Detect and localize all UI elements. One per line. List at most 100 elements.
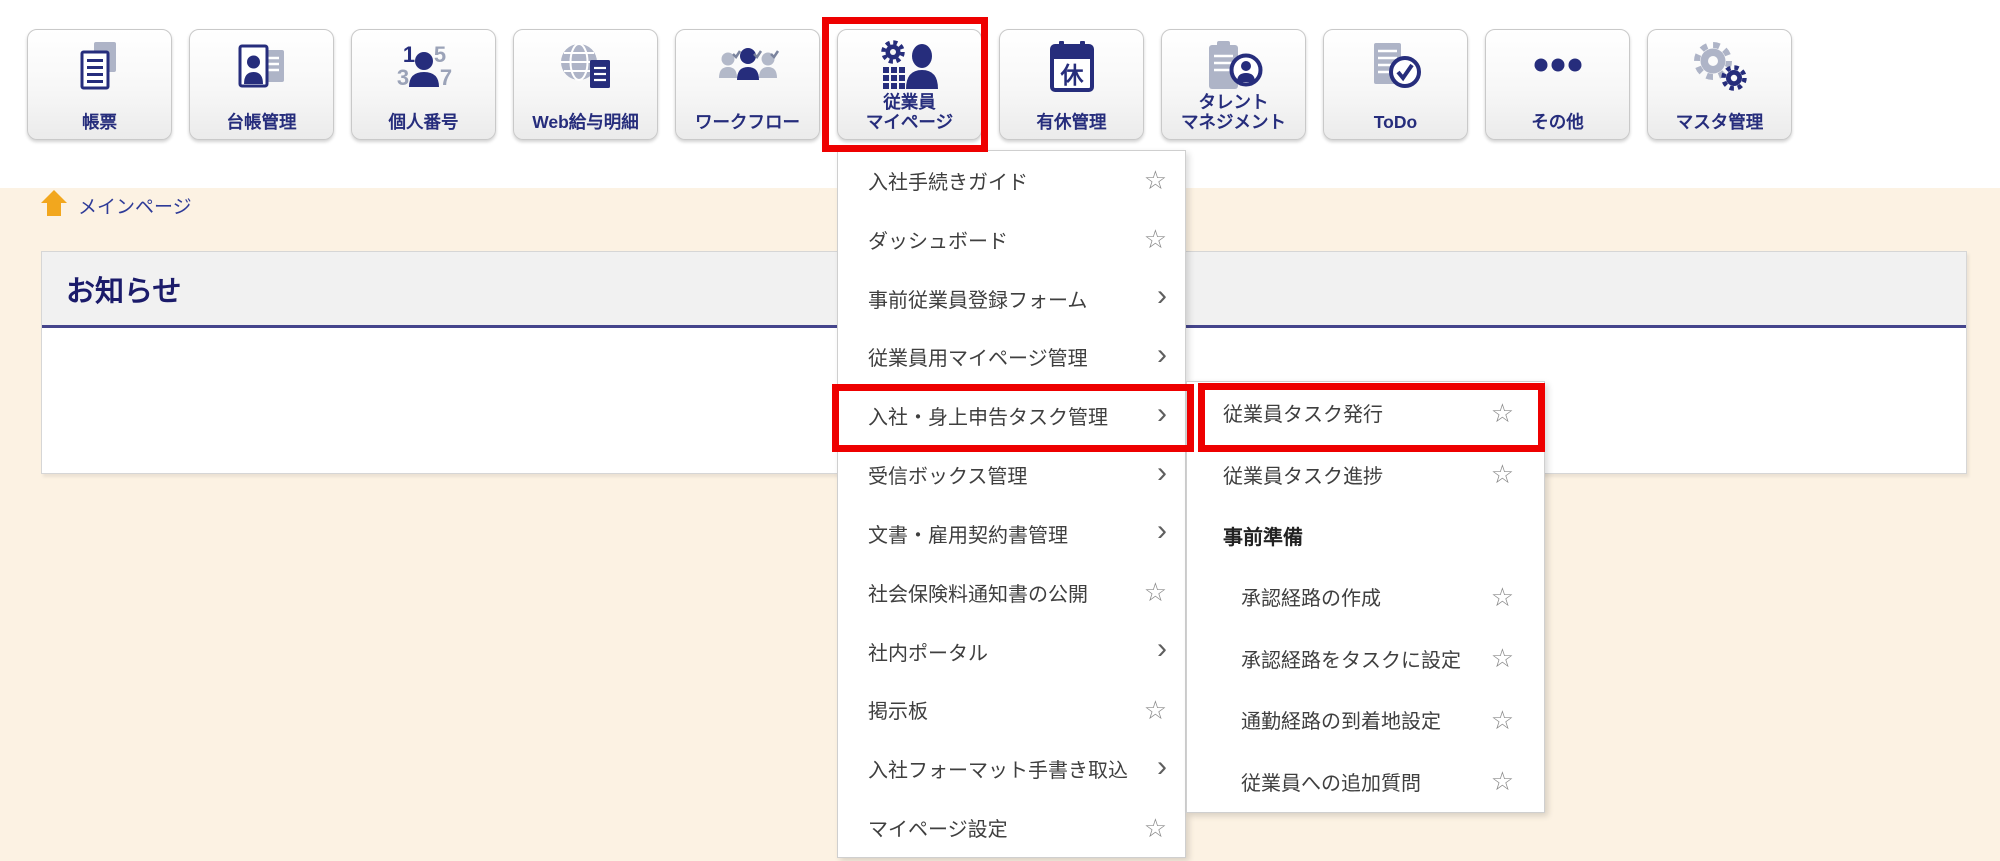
toolbar-button-workflow[interactable]: ワークフロー (675, 29, 820, 140)
menu-item-mypage-settings[interactable]: マイページ設定 ☆ (838, 798, 1185, 857)
favorite-star-icon[interactable]: ☆ (1491, 707, 1514, 733)
toolbar-button-label: その他 (1486, 112, 1629, 132)
submenu-item-employee-additional-questions[interactable]: 従業員への追加質問 ☆ (1187, 751, 1544, 812)
favorite-star-icon[interactable]: ☆ (1491, 768, 1514, 794)
home-icon (40, 188, 68, 223)
menu-item-pre-employee-registration-form[interactable]: 事前従業員登録フォーム › (838, 269, 1185, 328)
personal-number-icon: 1 5 3 7 (352, 36, 495, 100)
menu-item-label: 社内ポータル (868, 637, 988, 666)
menu-item-label: マイページ設定 (868, 813, 1008, 842)
toolbar-button-web-payslip[interactable]: Web給与明細 (513, 29, 658, 140)
favorite-star-icon[interactable]: ☆ (1144, 167, 1167, 193)
toolbar-button-label: ToDo (1324, 112, 1467, 132)
menu-item-company-portal[interactable]: 社内ポータル › (838, 622, 1185, 681)
chevron-right-icon: › (1157, 752, 1167, 782)
toolbar-button-label: 有休管理 (1000, 112, 1143, 132)
page-title: お知らせ (66, 268, 181, 310)
menu-item-label: 文書・雇用契約書管理 (868, 519, 1068, 548)
submenu-item-approval-route-assign[interactable]: 承認経路をタスクに設定 ☆ (1187, 628, 1544, 689)
favorite-star-icon[interactable]: ☆ (1144, 226, 1167, 252)
breadcrumb[interactable]: メインページ (40, 188, 192, 222)
menu-item-label: 従業員用マイページ管理 (868, 342, 1088, 371)
menu-item-inbox-management[interactable]: 受信ボックス管理 › (838, 445, 1185, 504)
menu-item-onboarding-guide[interactable]: 入社手続きガイド ☆ (838, 151, 1185, 210)
toolbar-button-label: 帳票 (28, 112, 171, 132)
favorite-star-icon[interactable]: ☆ (1491, 400, 1514, 426)
svg-text:5: 5 (433, 42, 445, 67)
app-screen: 帳票 台帳管理 1 5 3 (0, 0, 2000, 861)
toolbar-button-ledger[interactable]: 台帳管理 (189, 29, 334, 140)
menu-item-label: ダッシュボード (868, 225, 1008, 254)
employee-mypage-icon (838, 36, 981, 100)
toolbar-button-label: 従業員マイページ (838, 92, 981, 132)
toolbar-button-todo[interactable]: ToDo (1323, 29, 1468, 140)
toolbar-button-forms[interactable]: 帳票 (27, 29, 172, 140)
chevron-right-icon: › (1157, 458, 1167, 488)
menu-item-label: 事前従業員登録フォーム (868, 284, 1087, 313)
chevron-right-icon: › (1157, 516, 1167, 546)
submenu-item-employee-task-issue[interactable]: 従業員タスク発行 ☆ (1187, 382, 1544, 443)
menu-item-document-contract-management[interactable]: 文書・雇用契約書管理 › (838, 504, 1185, 563)
toolbar-button-label: 個人番号 (352, 112, 495, 132)
chevron-right-icon: › (1157, 340, 1167, 370)
svg-text:7: 7 (439, 65, 451, 90)
menu-item-label: 社会保険料通知書の公開 (868, 578, 1088, 607)
documents-icon (28, 36, 171, 100)
menu-item-label: 入社手続きガイド (868, 166, 1028, 195)
toolbar-button-employee-mypage[interactable]: 従業員マイページ (837, 29, 982, 140)
submenu-item-label: 従業員への追加質問 (1241, 767, 1421, 796)
toolbar-button-label: 台帳管理 (190, 112, 333, 132)
toolbar-button-label: ワークフロー (676, 112, 819, 132)
submenu-item-label: 承認経路の作成 (1241, 582, 1381, 611)
task-management-submenu: 従業員タスク発行 ☆ 従業員タスク進捗 ☆ 事前準備 承認経路の作成 ☆ 承認経… (1186, 381, 1545, 813)
submenu-header-label: 事前準備 (1223, 521, 1303, 550)
employee-mypage-dropdown-menu: 入社手続きガイド ☆ ダッシュボード ☆ 事前従業員登録フォーム › 従業員用マ… (837, 150, 1186, 858)
toolbar-button-label: Web給与明細 (514, 112, 657, 132)
toolbar-button-master-management[interactable]: マスタ管理 (1647, 29, 1792, 140)
chevron-right-icon: › (1157, 281, 1167, 311)
submenu-item-label: 従業員タスク進捗 (1223, 460, 1383, 489)
toolbar-button-my-number[interactable]: 1 5 3 7 個人番号 (351, 29, 496, 140)
submenu-item-approval-route-create[interactable]: 承認経路の作成 ☆ (1187, 566, 1544, 627)
toolbar-button-others[interactable]: その他 (1485, 29, 1630, 140)
toolbar-button-leave-management[interactable]: 休 有休管理 (999, 29, 1144, 140)
favorite-star-icon[interactable]: ☆ (1491, 645, 1514, 671)
web-payslip-icon (514, 36, 657, 100)
submenu-header-preparation: 事前準備 (1187, 505, 1544, 566)
more-dots-icon (1486, 36, 1629, 100)
favorite-star-icon[interactable]: ☆ (1491, 584, 1514, 610)
ledger-card-icon (190, 36, 333, 100)
menu-item-label: 掲示板 (868, 695, 928, 724)
submenu-item-employee-task-progress[interactable]: 従業員タスク進捗 ☆ (1187, 443, 1544, 504)
menu-item-insurance-notice-publication[interactable]: 社会保険料通知書の公開 ☆ (838, 563, 1185, 622)
menu-item-label: 入社・身上申告タスク管理 (868, 401, 1108, 430)
submenu-item-label: 通勤経路の到着地設定 (1241, 705, 1441, 734)
menu-item-bulletin-board[interactable]: 掲示板 ☆ (838, 680, 1185, 739)
toolbar-button-label: マスタ管理 (1648, 112, 1791, 132)
todo-check-icon (1324, 36, 1467, 100)
favorite-star-icon[interactable]: ☆ (1144, 815, 1167, 841)
talent-management-icon (1162, 36, 1305, 100)
svg-text:3: 3 (396, 65, 408, 90)
chevron-right-icon: › (1157, 634, 1167, 664)
submenu-item-label: 従業員タスク発行 (1223, 398, 1383, 427)
leave-calendar-icon: 休 (1000, 36, 1143, 100)
toolbar-button-talent-management[interactable]: タレントマネジメント (1161, 29, 1306, 140)
menu-item-employee-mypage-management[interactable]: 従業員用マイページ管理 › (838, 327, 1185, 386)
menu-item-handwriting-import[interactable]: 入社フォーマット手書き取込 › (838, 739, 1185, 798)
favorite-star-icon[interactable]: ☆ (1144, 579, 1167, 605)
workflow-icon (676, 36, 819, 100)
favorite-star-icon[interactable]: ☆ (1491, 461, 1514, 487)
master-gears-icon (1648, 36, 1791, 100)
toolbar-button-label: タレントマネジメント (1162, 92, 1305, 132)
menu-item-label: 受信ボックス管理 (868, 460, 1027, 489)
svg-text:1: 1 (402, 42, 414, 67)
svg-text:休: 休 (1059, 62, 1084, 88)
chevron-right-icon: › (1157, 399, 1167, 429)
breadcrumb-label: メインページ (78, 192, 192, 219)
submenu-item-commute-route-destination[interactable]: 通勤経路の到着地設定 ☆ (1187, 689, 1544, 750)
favorite-star-icon[interactable]: ☆ (1144, 697, 1167, 723)
menu-item-onboarding-task-management[interactable]: 入社・身上申告タスク管理 › (838, 386, 1185, 445)
menu-item-label: 入社フォーマット手書き取込 (868, 754, 1128, 783)
menu-item-dashboard[interactable]: ダッシュボード ☆ (838, 210, 1185, 269)
